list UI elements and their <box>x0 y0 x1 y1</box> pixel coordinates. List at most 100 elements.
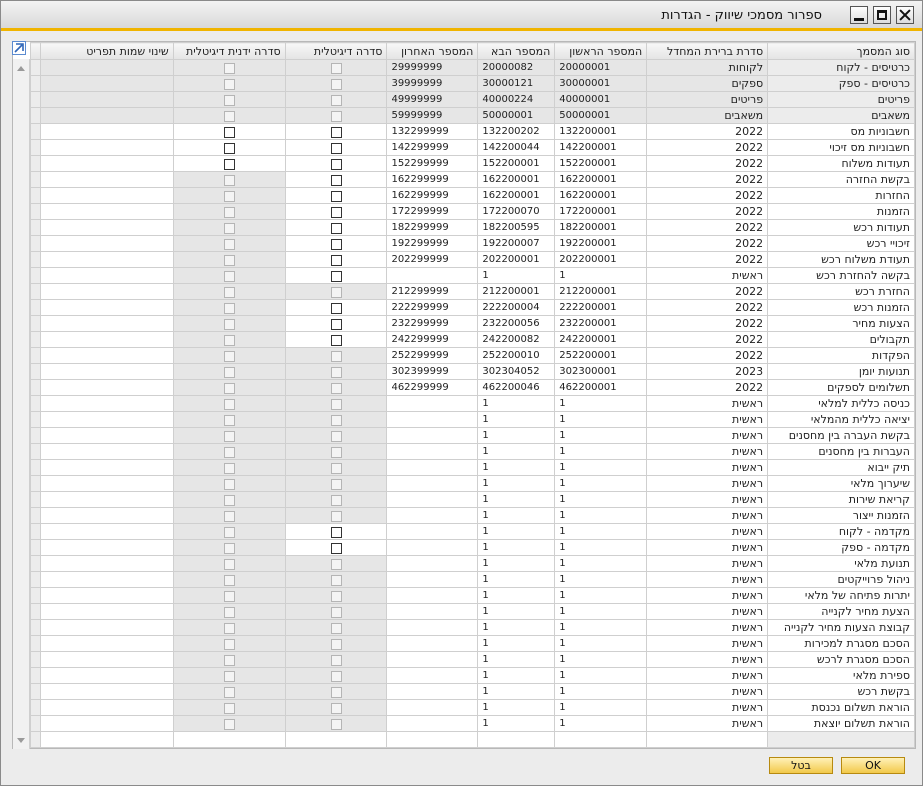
next-number-cell[interactable]: 162200001 <box>477 187 556 204</box>
col-next-number[interactable]: המספר הבא <box>477 42 556 60</box>
minimize-button[interactable] <box>850 6 868 24</box>
last-number-cell[interactable] <box>386 555 479 572</box>
default-series-cell[interactable]: ראשית <box>646 395 769 412</box>
next-number-cell[interactable]: 1 <box>477 699 556 716</box>
table-row[interactable]: תעודות רכש 2022 182200001 182200595 18229999… <box>29 219 915 236</box>
last-number-cell[interactable]: 59999999 <box>386 107 479 124</box>
rename-menu-cell[interactable] <box>40 331 174 348</box>
table-row[interactable]: בקשת העברה בין מחסנים ראשית 1 1 <box>29 427 915 444</box>
manual-digital-checkbox[interactable] <box>223 142 235 154</box>
rename-menu-cell[interactable] <box>40 603 174 620</box>
last-number-cell[interactable] <box>386 459 479 476</box>
table-row[interactable]: בקשה להחזרת רכש ראשית 1 1 <box>29 267 915 284</box>
default-series-cell[interactable]: ראשית <box>646 443 769 460</box>
first-number-cell[interactable]: 252200001 <box>554 347 648 364</box>
digital-series-checkbox[interactable] <box>330 542 342 554</box>
rename-menu-cell[interactable] <box>40 139 174 156</box>
table-row[interactable]: הסכם מסגרת לרכש ראשית 1 1 <box>29 651 915 668</box>
col-default-series[interactable]: סדרת ברירת המחדל <box>646 42 769 60</box>
table-row[interactable]: בקשת רכש ראשית 1 1 <box>29 683 915 700</box>
default-series-cell[interactable]: 2022 <box>646 155 769 172</box>
table-row[interactable]: הוראת תשלום נכנסת ראשית 1 1 <box>29 699 915 716</box>
default-series-cell[interactable]: 2022 <box>646 379 769 396</box>
last-number-cell[interactable]: 232299999 <box>386 315 479 332</box>
col-first-number[interactable]: המספר הראשון <box>554 42 648 60</box>
table-row[interactable]: יציאה כללית מהמלאי ראשית 1 1 <box>29 411 915 428</box>
first-number-cell[interactable]: 1 <box>554 715 648 732</box>
digital-series-checkbox[interactable] <box>330 222 342 234</box>
first-number-cell[interactable]: 242200001 <box>554 331 648 348</box>
rename-menu-cell[interactable] <box>40 651 174 668</box>
first-number-cell[interactable]: 50000001 <box>554 107 648 124</box>
first-number-cell[interactable]: 202200001 <box>554 251 648 268</box>
col-doc-type[interactable]: סוג המסמך <box>767 42 915 60</box>
first-number-cell[interactable]: 1 <box>554 267 648 284</box>
next-number-cell[interactable]: 222200004 <box>477 299 556 316</box>
rename-menu-cell[interactable] <box>40 251 174 268</box>
first-number-cell[interactable]: 1 <box>554 443 648 460</box>
last-number-cell[interactable]: 222299999 <box>386 299 479 316</box>
default-series-cell[interactable]: לקוחות <box>646 59 769 76</box>
last-number-cell[interactable] <box>386 267 479 284</box>
table-row[interactable]: הזמנות 2022 172200001 172200070 172299999 <box>29 203 915 220</box>
table-row[interactable]: תשלומים לספקים 2022 462200001 462200046 4622… <box>29 379 915 396</box>
first-number-cell[interactable]: 1 <box>554 555 648 572</box>
digital-series-checkbox[interactable] <box>330 190 342 202</box>
next-number-cell[interactable]: 1 <box>477 411 556 428</box>
first-number-cell[interactable]: 162200001 <box>554 187 648 204</box>
table-row[interactable]: קריאת שירות ראשית 1 1 <box>29 491 915 508</box>
table-row[interactable]: החזרות 2022 162200001 162200001 162299999 <box>29 187 915 204</box>
rename-menu-cell[interactable] <box>40 379 174 396</box>
default-series-cell[interactable]: 2022 <box>646 347 769 364</box>
manual-digital-checkbox[interactable] <box>223 158 235 170</box>
rename-menu-cell[interactable] <box>40 699 174 716</box>
first-number-cell[interactable]: 232200001 <box>554 315 648 332</box>
last-number-cell[interactable]: 49999999 <box>386 91 479 108</box>
last-number-cell[interactable] <box>386 475 479 492</box>
first-number-cell[interactable]: 40000001 <box>554 91 648 108</box>
next-number-cell[interactable]: 1 <box>477 539 556 556</box>
default-series-cell[interactable]: ראשית <box>646 475 769 492</box>
default-series-cell[interactable]: ראשית <box>646 427 769 444</box>
rename-menu-cell[interactable] <box>40 443 174 460</box>
last-number-cell[interactable] <box>386 715 479 732</box>
rename-menu-cell[interactable] <box>40 715 174 732</box>
last-number-cell[interactable] <box>386 699 479 716</box>
default-series-cell[interactable]: ראשית <box>646 539 769 556</box>
last-number-cell[interactable]: 162299999 <box>386 171 479 188</box>
table-row[interactable]: הפקדות 2022 252200001 252200010 252299999 <box>29 347 915 364</box>
next-number-cell[interactable]: 252200010 <box>477 347 556 364</box>
default-series-cell[interactable]: 2022 <box>646 171 769 188</box>
first-number-cell[interactable]: 172200001 <box>554 203 648 220</box>
digital-series-checkbox[interactable] <box>330 254 342 266</box>
first-number-cell[interactable]: 1 <box>554 651 648 668</box>
default-series-cell[interactable]: ראשית <box>646 523 769 540</box>
digital-series-checkbox[interactable] <box>330 302 342 314</box>
last-number-cell[interactable]: 252299999 <box>386 347 479 364</box>
first-number-cell[interactable]: 30000001 <box>554 75 648 92</box>
cancel-button[interactable]: בטל <box>769 757 833 774</box>
first-number-cell[interactable]: 462200001 <box>554 379 648 396</box>
col-rename-menu[interactable]: שינוי שמות תפריט <box>40 42 174 60</box>
next-number-cell[interactable]: 1 <box>477 555 556 572</box>
first-number-cell[interactable]: 1 <box>554 667 648 684</box>
last-number-cell[interactable]: 172299999 <box>386 203 479 220</box>
first-number-cell[interactable]: 1 <box>554 395 648 412</box>
ok-button[interactable]: OK <box>841 757 905 774</box>
table-row[interactable]: פריטים פריטים 40000001 40000224 49999999 <box>29 91 915 108</box>
default-series-cell[interactable]: פריטים <box>646 91 769 108</box>
first-number-cell[interactable]: 132200001 <box>554 123 648 140</box>
first-number-cell[interactable]: 212200001 <box>554 283 648 300</box>
rename-menu-cell[interactable] <box>40 347 174 364</box>
table-row[interactable]: חשבוניות מס זיכוי 2022 142200001 142200044 1… <box>29 139 915 156</box>
table-row[interactable]: מקדמה - לקוח ראשית 1 1 <box>29 523 915 540</box>
first-number-cell[interactable]: 1 <box>554 539 648 556</box>
first-number-cell[interactable]: 162200001 <box>554 171 648 188</box>
default-series-cell[interactable]: ראשית <box>646 667 769 684</box>
last-number-cell[interactable] <box>386 667 479 684</box>
table-row[interactable]: הצעת מחיר לקנייה ראשית 1 1 <box>29 603 915 620</box>
default-series-cell[interactable]: ראשית <box>646 683 769 700</box>
next-number-cell[interactable]: 1 <box>477 651 556 668</box>
rename-menu-cell[interactable] <box>40 235 174 252</box>
rename-menu-cell[interactable] <box>40 75 174 92</box>
